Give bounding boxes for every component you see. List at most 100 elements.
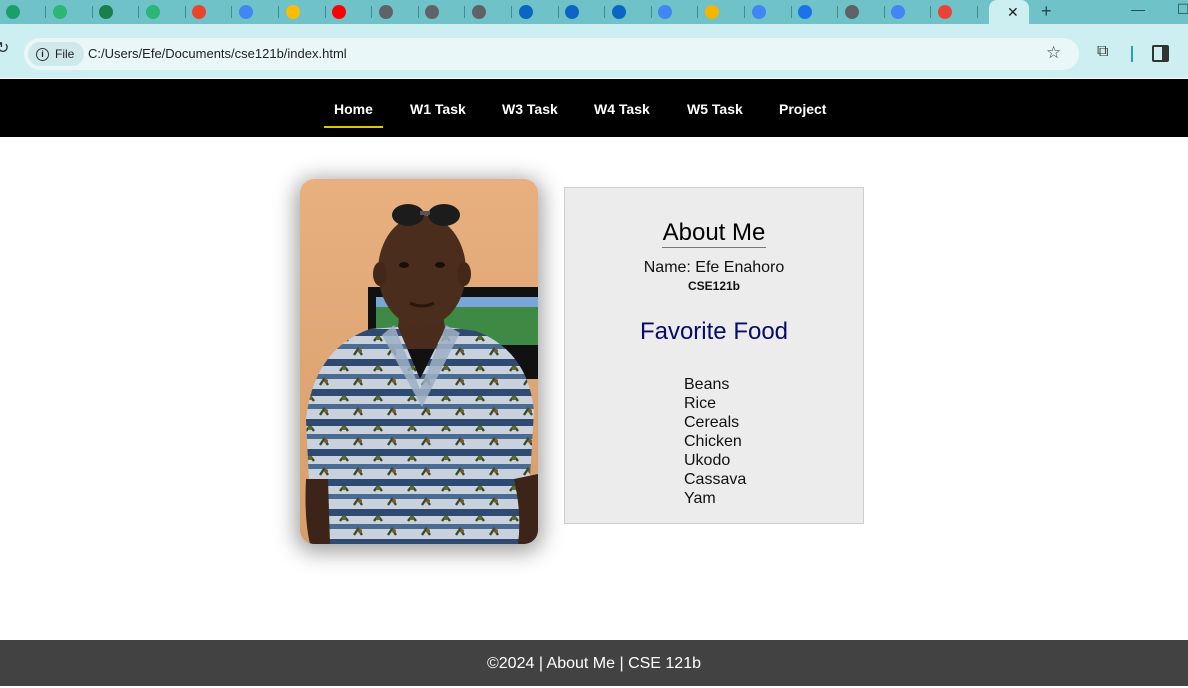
browser-tab[interactable]: [794, 0, 839, 24]
footer-text: ©2024 | About Me | CSE 121b: [486, 655, 701, 672]
tab-separator: [744, 6, 745, 18]
list-item: Rice: [684, 395, 717, 412]
tab-separator: [883, 6, 885, 18]
tab-separator: [790, 6, 792, 18]
new-tab-button[interactable]: +: [1041, 1, 1052, 22]
favicon-icon: [472, 5, 486, 19]
tab-separator: [231, 6, 233, 18]
tab-separator: [45, 6, 46, 18]
browser-tab[interactable]: [375, 0, 419, 24]
nav-w5-task[interactable]: W5 Task: [687, 101, 743, 117]
address-bar[interactable]: i File C:/Users/Efe/Documents/cse121b/in…: [24, 38, 1079, 70]
course-code: CSE121b: [687, 279, 741, 293]
browser-tab[interactable]: [282, 0, 326, 24]
nav-w4-task[interactable]: W4 Task: [594, 101, 650, 117]
favicon-icon: [658, 5, 673, 19]
list-item: Cassava: [684, 471, 747, 488]
list-item: Beans: [684, 376, 730, 393]
nav-home[interactable]: Home: [324, 101, 383, 128]
browser-tab[interactable]: [421, 0, 466, 24]
tab-separator: [697, 6, 699, 18]
favicon-icon: [611, 5, 626, 19]
tab-separator: [417, 6, 419, 18]
favicon-icon: [285, 5, 300, 19]
bookmark-star-icon[interactable]: ☆: [1046, 43, 1061, 63]
favicon-icon: [565, 5, 580, 19]
url-text[interactable]: C:/Users/Efe/Documents/cse121b/index.htm…: [88, 46, 347, 61]
tab-separator: [184, 6, 186, 18]
close-tab-icon[interactable]: ✕: [1007, 4, 1019, 21]
favicon-icon: [844, 5, 859, 19]
favicon-icon: [145, 5, 160, 19]
browser-tab[interactable]: [748, 0, 792, 24]
favicon-icon: [425, 5, 440, 19]
browser-tab[interactable]: [95, 0, 140, 24]
browser-tab[interactable]: [235, 0, 279, 24]
name-text: Name: Efe Enahoro: [643, 259, 785, 276]
list-item: Ukodo: [684, 452, 731, 469]
browser-tab[interactable]: [841, 0, 885, 24]
favicon-icon: [378, 5, 393, 19]
list-item: Chicken: [684, 433, 742, 450]
favicon-icon: [751, 5, 766, 19]
favicon-icon: [518, 5, 533, 19]
favorite-food-list: Beans Rice Cereals Chicken Ukodo Cassava…: [684, 375, 746, 508]
tab-separator: [371, 6, 373, 18]
list-item: Cereals: [684, 414, 740, 431]
favicon-icon: [938, 5, 952, 19]
tab-separator: [837, 6, 839, 18]
browser-tab[interactable]: [2, 0, 46, 24]
tab-separator: [511, 6, 512, 18]
site-info-label: File: [55, 47, 75, 61]
browser-tab[interactable]: [468, 0, 512, 24]
favicon-icon: [332, 5, 347, 19]
side-panel-icon[interactable]: [1152, 45, 1169, 62]
browser-tab[interactable]: [654, 0, 699, 24]
tab-separator: [930, 6, 932, 18]
nav-w1-task[interactable]: W1 Task: [410, 101, 466, 117]
browser-toolbar: ↻ i File C:/Users/Efe/Documents/cse121b/…: [0, 24, 1188, 78]
favicon-icon: [99, 5, 114, 19]
browser-tab[interactable]: [328, 0, 373, 24]
browser-tab[interactable]: [934, 0, 978, 24]
maximize-button[interactable]: ☐: [1177, 1, 1188, 18]
site-nav: Home W1 Task W3 Task W4 Task W5 Task Pro…: [0, 79, 1188, 137]
browser-tab[interactable]: [701, 0, 745, 24]
tab-separator: [650, 6, 652, 18]
favicon-icon: [52, 5, 67, 19]
browser-tab[interactable]: [49, 0, 93, 24]
extensions-icon[interactable]: ⧉: [1097, 43, 1108, 61]
browser-tab[interactable]: [561, 0, 606, 24]
browser-tab-strip: ✕ + — ☐: [0, 0, 1188, 24]
browser-tab[interactable]: [188, 0, 233, 24]
tab-separator: [278, 6, 279, 18]
nav-w3-task[interactable]: W3 Task: [502, 101, 558, 117]
site-info-chip[interactable]: i File: [28, 42, 85, 66]
browser-tab-active[interactable]: ✕: [989, 0, 1029, 24]
browser-tab[interactable]: [887, 0, 932, 24]
about-me-heading: About Me: [565, 219, 863, 248]
favicon-icon: [239, 5, 253, 19]
nav-project[interactable]: Project: [779, 101, 826, 117]
tab-separator: [324, 6, 326, 18]
browser-tab[interactable]: [608, 0, 652, 24]
tab-separator: [604, 6, 606, 18]
toolbar-divider: [1131, 46, 1133, 62]
list-item: Yam: [684, 490, 716, 507]
favorite-food-heading: Favorite Food: [639, 318, 789, 345]
minimize-button[interactable]: —: [1131, 1, 1145, 17]
browser-tab[interactable]: [515, 0, 559, 24]
tab-separator: [977, 6, 978, 18]
favicon-icon: [6, 5, 20, 19]
tab-separator: [91, 6, 93, 18]
page-footer: ©2024 | About Me | CSE 121b: [0, 640, 1188, 686]
about-me-panel: About Me Name: Efe Enahoro CSE121b Favor…: [564, 187, 864, 524]
favicon-icon: [705, 5, 719, 19]
tab-separator: [138, 6, 140, 18]
reload-icon[interactable]: ↻: [0, 38, 9, 58]
tab-separator: [464, 6, 466, 18]
browser-tab[interactable]: [142, 0, 186, 24]
favicon-icon: [891, 5, 906, 19]
info-icon: i: [36, 47, 49, 61]
favicon-icon: [192, 5, 207, 19]
